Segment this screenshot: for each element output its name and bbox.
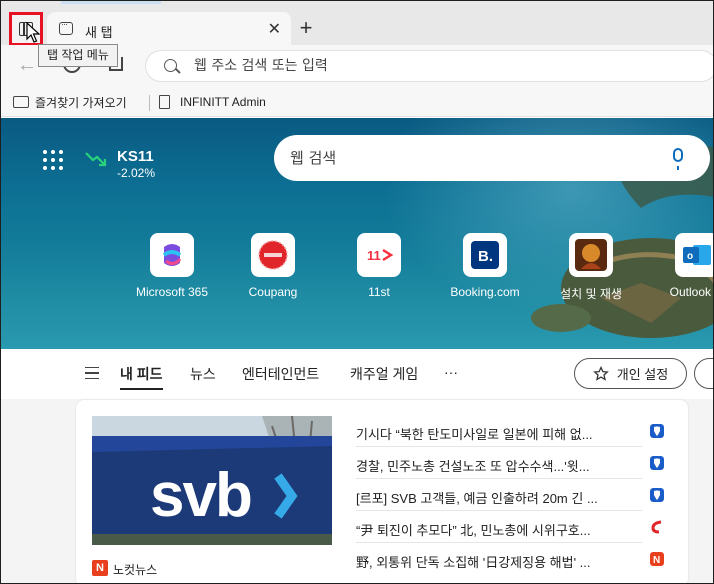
tab-title: 새 탭 (85, 25, 113, 40)
quicklink-microsoft365[interactable]: Microsoft 365 (127, 233, 217, 299)
quicklink-label: Microsoft 365 (135, 285, 209, 299)
quick-links: Microsoft 365 Coupang 11 11st B. Booking… (127, 233, 713, 303)
mouse-cursor-icon (26, 22, 40, 43)
quicklink-label: Outlook m (669, 285, 713, 299)
headline-text: “尹 퇴진이 추모다” 北, 민노총에 시위구호... (356, 523, 591, 538)
favorite-item-infinitt[interactable]: INFINITT Admin (159, 92, 266, 112)
tab-casual-games[interactable]: 캐주얼 게임 (350, 364, 418, 384)
new-tab-button[interactable]: + (295, 15, 317, 41)
quicklink-label: 11st (368, 285, 390, 299)
tab-my-feed[interactable]: 내 피드 (120, 364, 163, 390)
favorites-bar: 즐겨찾기 가져오기 INFINITT Admin (1, 87, 713, 117)
favorites-import-button[interactable]: 즐겨찾기 가져오기 (13, 92, 127, 112)
back-icon[interactable]: ← (17, 54, 37, 77)
web-search-input[interactable] (290, 147, 650, 169)
headline-text: [르포] SVB 고객들, 예금 인출하려 20m 긴 ... (356, 491, 598, 506)
shield-blue-icon (650, 488, 664, 502)
shield-blue-icon (650, 424, 664, 438)
svg-text:svb: svb (150, 461, 251, 530)
headline-text: 기시다 “북한 탄도미사일로 일본에 피해 없... (356, 427, 593, 442)
headline-item[interactable]: 野, 외통위 단독 소집해 '日강제징용 해법' ... N (356, 543, 666, 575)
stock-change: -2.02% (117, 166, 156, 180)
tab-strip: 새 탭 ✕ + (1, 1, 713, 46)
tab-new-tab[interactable]: 새 탭 ✕ (47, 12, 291, 46)
svg-text:N: N (653, 555, 660, 566)
address-bar[interactable] (145, 50, 713, 82)
quicklink-outlook[interactable]: o Outlook m (652, 233, 713, 299)
personalize-label: 개인 설정 (616, 367, 669, 382)
address-input[interactable] (194, 55, 694, 77)
new-tab-page-icon (59, 19, 73, 35)
star-edit-icon (592, 365, 609, 381)
headline-text: 野, 외통위 단독 소집해 '日강제징용 해법' ... (356, 555, 591, 570)
import-favorites-icon (13, 96, 29, 108)
stock-ticker[interactable]: KS11 (117, 148, 154, 165)
edge-overflow-button[interactable] (694, 358, 713, 389)
shield-blue-icon (650, 456, 664, 470)
search-icon (164, 59, 177, 72)
coupang-icon (251, 233, 295, 277)
svg-text:o: o (687, 251, 693, 262)
browser-window: 새 탭 ✕ + ← 탭 작업 메뉴 즐겨찾기 가져오기 INFINITT Adm… (0, 0, 714, 584)
quicklink-label: Coupang (248, 285, 298, 299)
web-search-box[interactable] (274, 135, 710, 181)
outlook-icon: o (675, 233, 713, 277)
favorites-divider (149, 95, 150, 111)
news-source-name[interactable]: 노컷뉴스 (113, 561, 157, 578)
hero-background: KS11 -2.02% Microsoft 365 (1, 118, 713, 349)
red-n-icon: N (650, 552, 664, 566)
quicklink-label: 설치 및 재생 (560, 287, 622, 301)
headline-item[interactable]: 기시다 “북한 탄도미사일로 일본에 피해 없... (356, 415, 666, 447)
quicklink-label: Booking.com (450, 285, 520, 299)
menu-icon[interactable] (85, 367, 99, 379)
quicklink-coupang[interactable]: Coupang (228, 233, 318, 299)
feed-navigation: 내 피드 뉴스 엔터테인먼트 캐주얼 게임 ··· 개인 설정 (1, 349, 713, 399)
more-tabs-button[interactable]: ··· (444, 364, 458, 380)
microsoft365-icon (150, 233, 194, 277)
tab-entertainment[interactable]: 엔터테인먼트 (242, 364, 319, 384)
nocut-news-logo-icon: N (92, 560, 108, 576)
svg-text:B.: B. (478, 248, 493, 265)
11st-icon: 11 (357, 233, 401, 277)
tab-news[interactable]: 뉴스 (190, 364, 216, 384)
microphone-icon[interactable] (673, 148, 683, 170)
game-thumbnail-icon (569, 233, 613, 277)
close-tab-icon[interactable]: ✕ (268, 19, 281, 39)
stock-down-arrow-icon (85, 152, 107, 167)
svg-text:11: 11 (367, 248, 381, 263)
personalize-button[interactable]: 개인 설정 (574, 358, 687, 389)
booking-icon: B. (463, 233, 507, 277)
tab-actions-tooltip: 탭 작업 메뉴 (38, 44, 118, 67)
red-swoosh-icon (651, 520, 662, 534)
headline-item[interactable]: “尹 퇴진이 추모다” 北, 민노총에 시위구호... (356, 511, 666, 543)
favorite-item-label: INFINITT Admin (180, 95, 266, 109)
headline-text: 경찰, 민주노총 건설노조 또 압수수색...'윗... (356, 459, 590, 474)
apps-launcher-icon[interactable] (43, 150, 63, 170)
headline-item[interactable]: [르포] SVB 고객들, 예금 인출하려 20m 긴 ... (356, 479, 666, 511)
page-icon (159, 95, 170, 109)
quicklink-11st[interactable]: 11 11st (334, 233, 424, 299)
news-photo-svb[interactable]: svb (92, 416, 332, 545)
tab-strip-accent (61, 1, 161, 4)
favorites-import-label: 즐겨찾기 가져오기 (35, 95, 127, 110)
quicklink-booking[interactable]: B. Booking.com (440, 233, 530, 299)
headline-item[interactable]: 경찰, 민주노총 건설노조 또 압수수색...'윗... (356, 447, 666, 479)
quicklink-game[interactable]: 설치 및 재생 (546, 233, 636, 302)
